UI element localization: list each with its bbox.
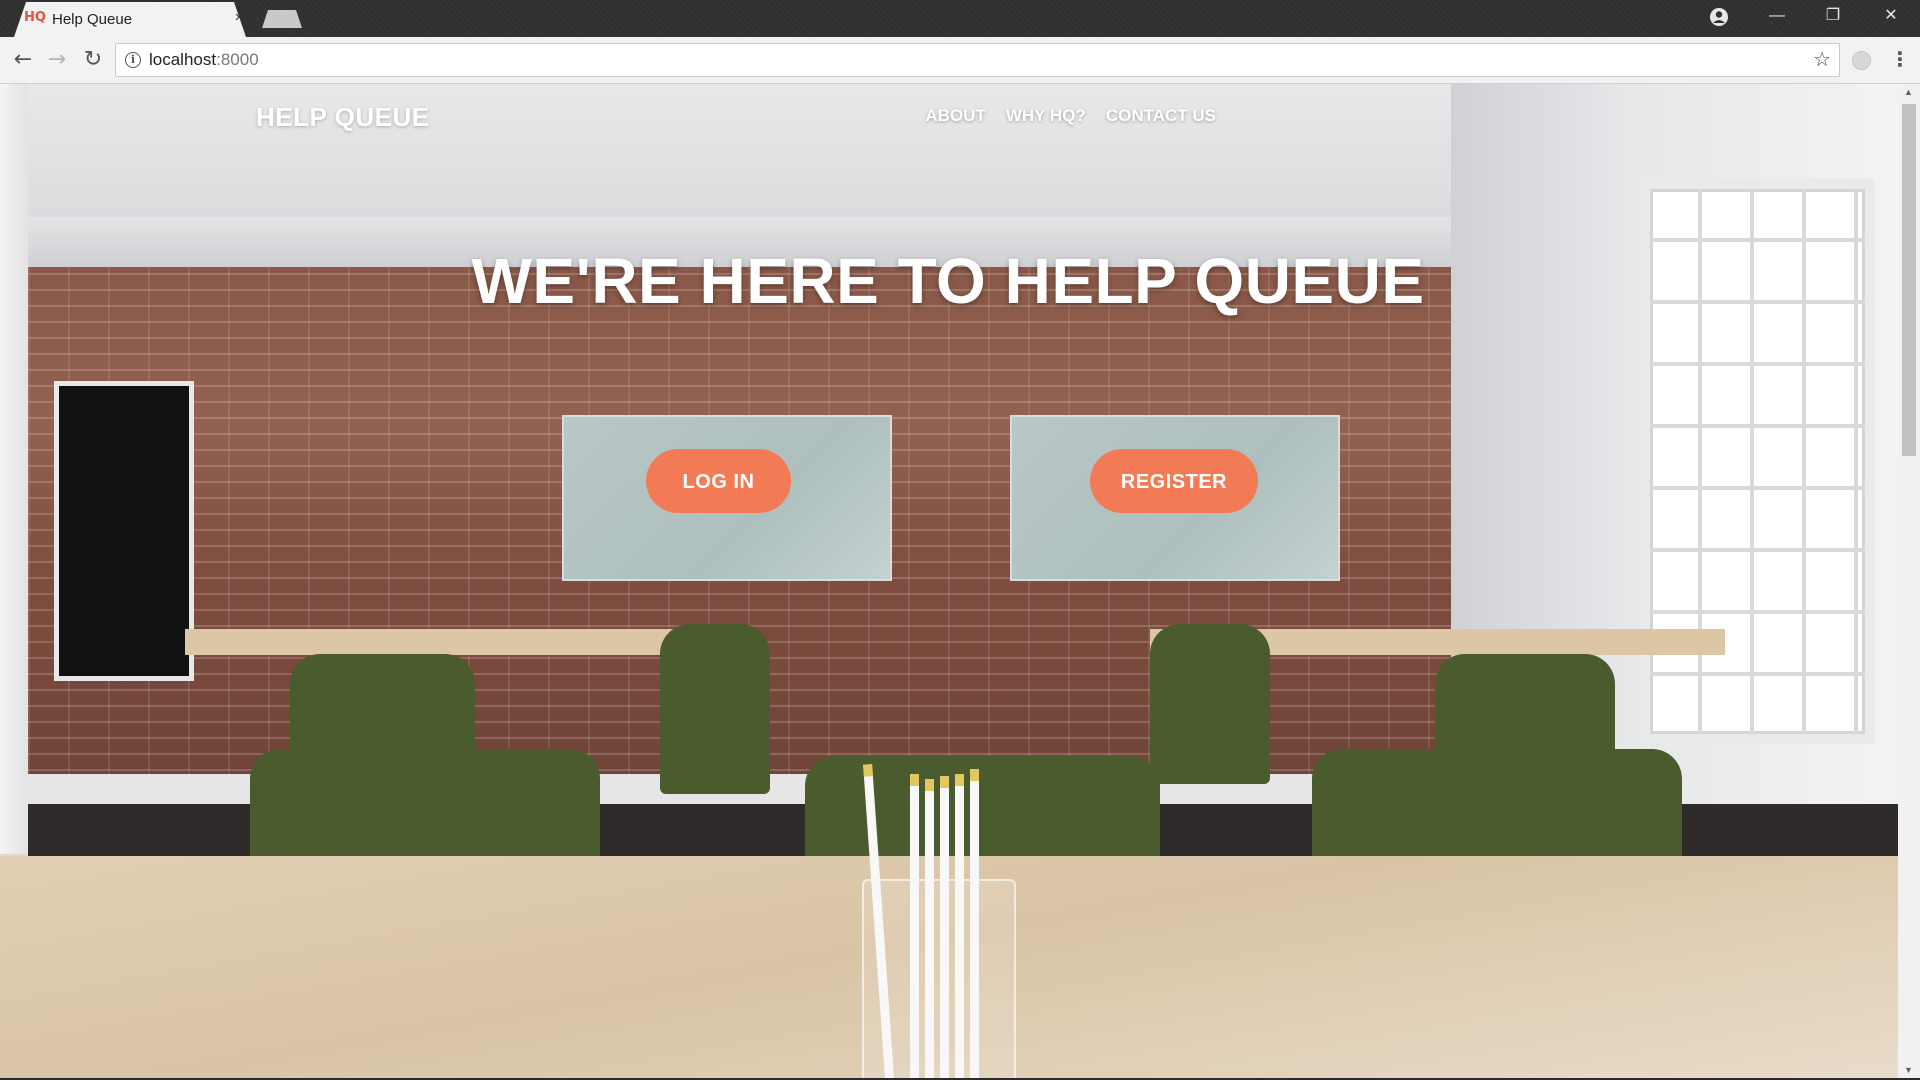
tab-close-icon[interactable]: × xyxy=(230,9,248,27)
chair xyxy=(660,624,770,794)
new-tab-button[interactable] xyxy=(262,10,302,28)
page-scrollbar[interactable]: ▲ ▼ xyxy=(1898,84,1920,1078)
pencil xyxy=(970,769,979,1078)
table-left xyxy=(185,629,705,655)
pencil xyxy=(955,774,964,1078)
url-text[interactable]: localhost:8000 xyxy=(149,50,259,70)
pencil xyxy=(925,779,934,1078)
mirror xyxy=(54,381,194,681)
browser-titlebar: HQ Help Queue × — ❐ ✕ xyxy=(0,0,1920,37)
nav-link-about[interactable]: ABOUT xyxy=(925,106,985,126)
hero-title: WE'RE HERE TO HELP QUEUE xyxy=(471,245,1425,317)
tab-title: Help Queue xyxy=(52,11,133,28)
scroll-up-icon[interactable]: ▲ xyxy=(1904,87,1913,97)
browser-menu-icon[interactable]: ⋮ xyxy=(1890,45,1910,75)
pencil xyxy=(940,776,949,1078)
browser-toolbar: ← → ↻ i localhost:8000 ☆ ⋮ xyxy=(0,37,1920,84)
back-icon[interactable]: ← xyxy=(8,45,38,75)
address-bar[interactable]: i localhost:8000 ☆ xyxy=(115,43,1840,77)
chair xyxy=(1150,624,1270,784)
minimize-icon[interactable]: — xyxy=(1752,0,1802,32)
page-viewport: HELP QUEUE ABOUT WHY HQ? CONTACT US WE'R… xyxy=(0,84,1898,1078)
scroll-down-icon[interactable]: ▼ xyxy=(1904,1065,1913,1075)
site-info-icon[interactable]: i xyxy=(125,52,141,68)
brand-logo[interactable]: HELP QUEUE xyxy=(256,102,430,133)
nav-link-why-hq[interactable]: WHY HQ? xyxy=(1006,106,1086,126)
extension-icon[interactable] xyxy=(1852,51,1871,70)
url-port: :8000 xyxy=(216,50,259,69)
register-button[interactable]: REGISTER xyxy=(1090,449,1258,513)
ceiling xyxy=(28,84,1478,217)
scroll-thumb[interactable] xyxy=(1902,104,1916,456)
close-window-icon[interactable]: ✕ xyxy=(1866,0,1916,32)
pencil xyxy=(910,774,919,1078)
profile-icon[interactable] xyxy=(1708,6,1730,28)
favicon-icon: HQ xyxy=(24,10,46,25)
login-button[interactable]: LOG IN xyxy=(646,449,791,513)
bookmark-star-icon[interactable]: ☆ xyxy=(1813,47,1831,71)
left-pillar xyxy=(0,84,28,854)
reload-icon[interactable]: ↻ xyxy=(78,45,108,75)
browser-tab-content[interactable]: HQ Help Queue × xyxy=(14,2,246,37)
forward-icon[interactable]: → xyxy=(42,45,72,75)
nav-link-contact-us[interactable]: CONTACT US xyxy=(1106,106,1216,126)
url-host: localhost xyxy=(149,50,217,69)
restore-icon[interactable]: ❐ xyxy=(1808,0,1858,32)
main-nav: ABOUT WHY HQ? CONTACT US xyxy=(925,106,1216,126)
